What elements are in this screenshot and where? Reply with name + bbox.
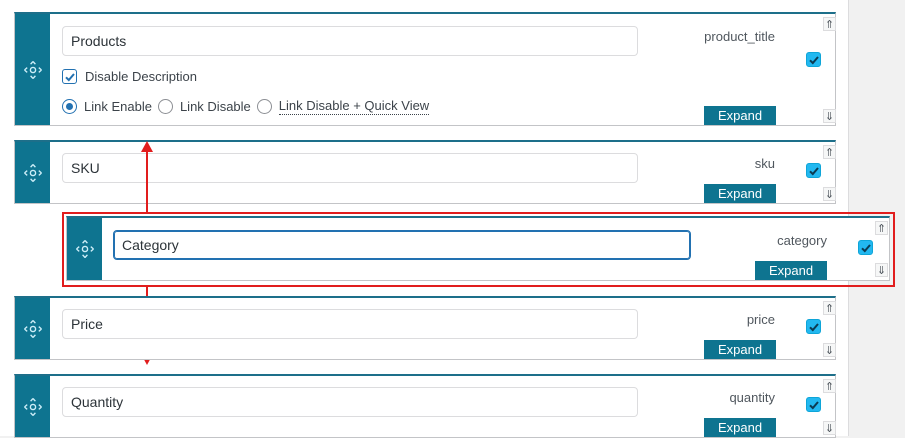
- drag-handle[interactable]: [15, 14, 50, 125]
- column-name-input[interactable]: [62, 153, 638, 183]
- checkmark-icon: [808, 322, 819, 331]
- field-row-price[interactable]: price Expand ⇑ ⇓: [14, 296, 836, 360]
- checkmark-icon: [808, 400, 819, 409]
- move-up-icon[interactable]: ⇑: [823, 17, 836, 31]
- move-up-icon[interactable]: ⇑: [823, 379, 836, 393]
- move-arrows-icon: [23, 163, 42, 182]
- field-row-products[interactable]: Disable Description Link Enable Link Dis…: [14, 12, 836, 126]
- field-enabled-checkbox[interactable]: [806, 163, 821, 178]
- field-enabled-checkbox[interactable]: [806, 52, 821, 67]
- move-arrows-icon: [23, 60, 42, 79]
- field-row-quantity[interactable]: quantity Expand ⇑ ⇓: [14, 374, 836, 438]
- column-name-input[interactable]: [62, 26, 638, 56]
- disable-description-checkbox[interactable]: [62, 69, 77, 84]
- field-key-label: price: [746, 312, 775, 327]
- arrow-up-icon: [141, 141, 153, 152]
- checkmark-icon: [808, 55, 819, 64]
- drag-handle[interactable]: [15, 376, 50, 437]
- field-row-sku[interactable]: sku Expand ⇑ ⇓: [14, 140, 836, 204]
- disable-description-label: Disable Description: [85, 69, 197, 84]
- expand-button[interactable]: Expand: [704, 418, 776, 437]
- radio-link-disable-quick-view[interactable]: [256, 99, 272, 114]
- move-arrows-icon: [23, 319, 42, 338]
- drag-handle[interactable]: [15, 142, 50, 203]
- move-up-icon[interactable]: ⇑: [823, 145, 836, 159]
- radio-link-disable-label: Link Disable: [179, 99, 251, 114]
- move-down-icon[interactable]: ⇓: [823, 421, 836, 435]
- checkmark-icon: [808, 166, 819, 175]
- radio-link-enable-label: Link Enable: [84, 99, 152, 114]
- link-mode-radio-group: Link Enable Link Disable Link Disable + …: [62, 98, 435, 115]
- field-key-label: quantity: [729, 390, 775, 405]
- move-up-icon[interactable]: ⇑: [823, 301, 836, 315]
- column-name-input[interactable]: [62, 387, 638, 417]
- expand-button[interactable]: Expand: [704, 184, 776, 203]
- move-down-icon[interactable]: ⇓: [823, 343, 836, 357]
- move-arrows-icon: [23, 397, 42, 416]
- field-enabled-checkbox[interactable]: [806, 397, 821, 412]
- column-name-input[interactable]: [62, 309, 638, 339]
- drag-highlight-frame: [62, 212, 895, 287]
- disable-description-option[interactable]: Disable Description: [62, 69, 197, 84]
- checkmark-icon: [64, 72, 75, 81]
- field-enabled-checkbox[interactable]: [806, 319, 821, 334]
- expand-button[interactable]: Expand: [704, 340, 776, 359]
- radio-link-enable[interactable]: [62, 99, 77, 114]
- drag-indicator-line-up: [146, 150, 148, 212]
- drag-handle[interactable]: [15, 298, 50, 359]
- field-key-label: product_title: [704, 29, 775, 44]
- expand-button[interactable]: Expand: [704, 106, 776, 125]
- radio-link-disable-quick-view-label: Link Disable + Quick View: [278, 98, 430, 115]
- move-down-icon[interactable]: ⇓: [823, 109, 836, 123]
- field-key-label: sku: [754, 156, 775, 171]
- move-down-icon[interactable]: ⇓: [823, 187, 836, 201]
- radio-link-disable[interactable]: [157, 99, 173, 114]
